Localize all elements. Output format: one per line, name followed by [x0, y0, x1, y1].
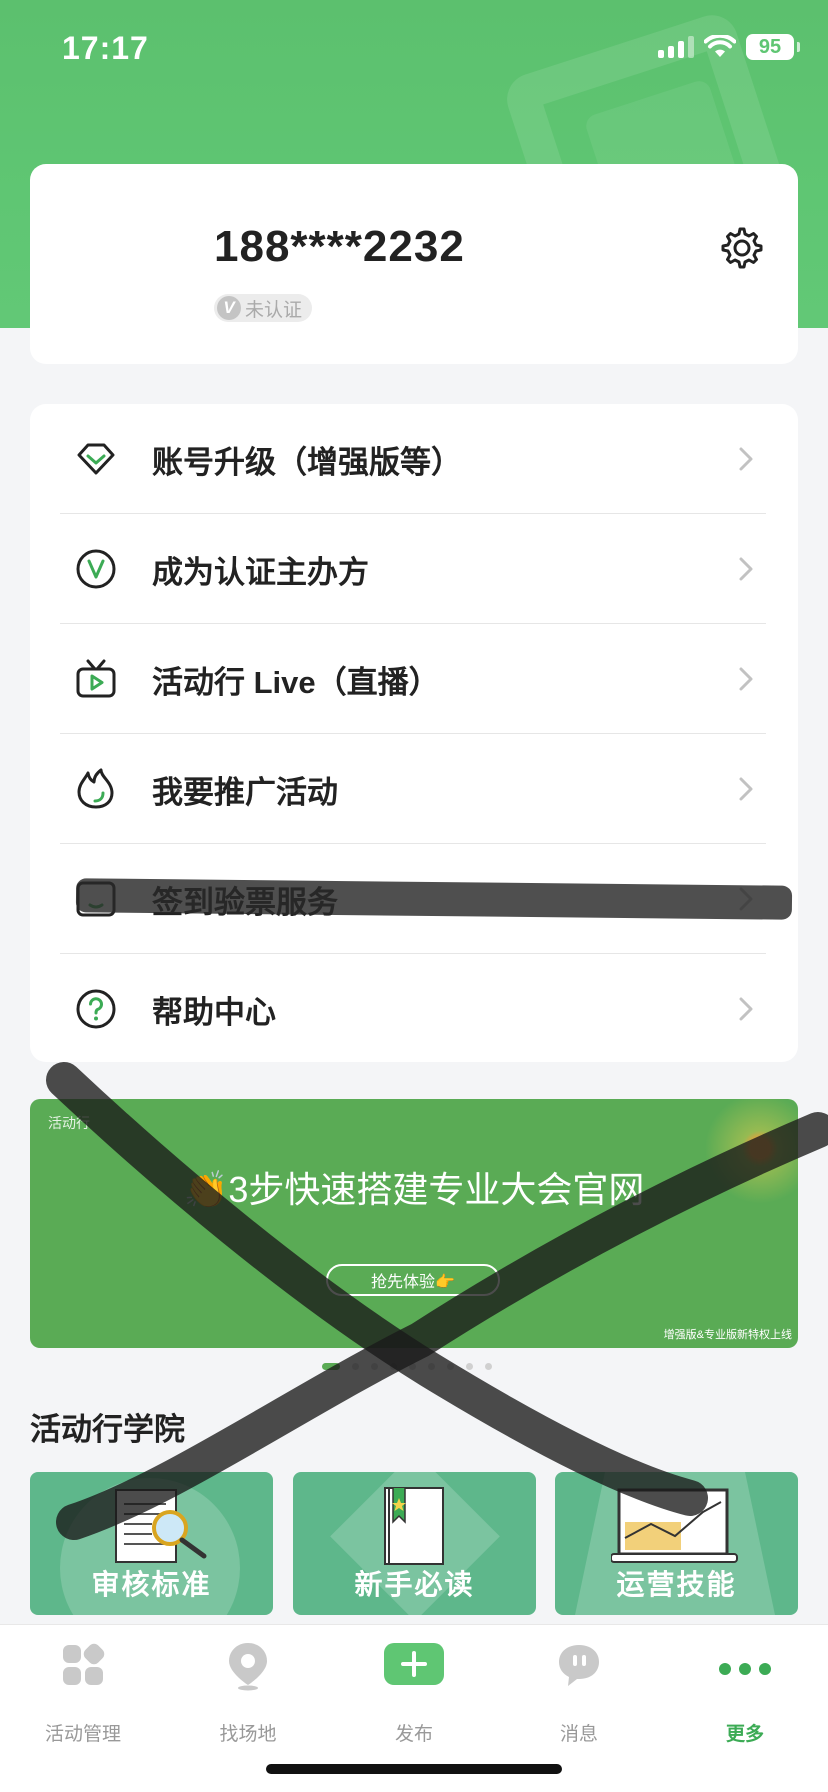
help-circle-icon	[76, 989, 116, 1029]
tab-activity-management[interactable]: 活动管理	[0, 1641, 166, 1751]
tab-label: 发布	[394, 1724, 433, 1745]
menu-item-promote-event[interactable]: 我要推广活动	[30, 734, 798, 844]
chat-bubble-icon	[559, 1645, 599, 1686]
tab-messages[interactable]: 消息	[496, 1641, 662, 1751]
course-card-operation-skills[interactable]: 运营技能	[555, 1472, 798, 1615]
tab-label: 消息	[559, 1724, 598, 1745]
diamond-icon	[77, 443, 115, 475]
verify-status-badge[interactable]: V 未认证	[214, 294, 313, 322]
book-icon	[384, 1487, 444, 1565]
menu-item-label: 我要推广活动	[152, 774, 338, 810]
carousel-dot[interactable]	[371, 1363, 378, 1370]
home-indicator	[266, 1764, 562, 1774]
carousel-dot[interactable]	[447, 1363, 454, 1370]
tv-play-icon	[76, 659, 116, 698]
carousel-dot[interactable]	[322, 1363, 340, 1370]
course-card-label: 审核标准	[91, 1569, 212, 1600]
tab-label: 更多	[725, 1724, 764, 1745]
battery-indicator: 95	[746, 34, 800, 60]
carousel-dot[interactable]	[466, 1363, 473, 1370]
chevron-right-icon	[739, 777, 753, 801]
menu-item-account-upgrade[interactable]: 账号升级（增强版等）	[30, 404, 798, 514]
chevron-right-icon	[739, 557, 753, 581]
flame-icon	[77, 768, 114, 809]
menu-item-label: 成为认证主办方	[152, 554, 369, 590]
cellular-signal-icon	[658, 36, 694, 58]
laptop-chart-icon	[611, 1488, 738, 1563]
wifi-icon	[704, 35, 736, 57]
tab-publish[interactable]: 发布	[331, 1641, 497, 1751]
location-pin-icon	[229, 1643, 267, 1691]
course-card-review-standards[interactable]: 审核标准	[30, 1472, 273, 1615]
tab-label: 活动管理	[44, 1724, 121, 1745]
menu-item-live-stream[interactable]: 活动行 Live（直播）	[30, 624, 798, 734]
verified-v-icon: V	[217, 296, 241, 320]
menu-item-become-verified-organizer[interactable]: 成为认证主办方	[30, 514, 798, 624]
banner-note: 增强版&专业版新特权上线	[663, 1329, 792, 1341]
settings-gear-icon[interactable]	[720, 226, 764, 270]
chevron-right-icon	[739, 997, 753, 1021]
status-time: 17:17	[62, 30, 149, 66]
carousel-pagination	[322, 1363, 492, 1370]
grid-icon	[63, 1643, 105, 1685]
promo-banner[interactable]: 活动行 👏3步快速搭建专业大会官网 抢先体验👉 增强版&专业版新特权上线	[30, 1099, 798, 1348]
carousel-dot[interactable]	[428, 1363, 435, 1370]
menu-item-label: 帮助中心	[152, 994, 276, 1030]
verified-v-icon	[76, 549, 116, 589]
course-card-beginner-guide[interactable]: 新手必读	[293, 1472, 536, 1615]
tab-find-venue[interactable]: 找场地	[165, 1641, 331, 1751]
menu-item-label: 账号升级（增强版等）	[152, 444, 462, 480]
carousel-dot[interactable]	[409, 1363, 416, 1370]
course-card-label: 运营技能	[616, 1569, 737, 1600]
banner-title: 👏3步快速搭建专业大会官网	[183, 1169, 645, 1210]
carousel-dot[interactable]	[352, 1363, 359, 1370]
account-phone: 188****2232	[214, 222, 465, 271]
more-dots-icon	[719, 1663, 771, 1675]
document-magnifier-icon	[115, 1489, 207, 1563]
banner-try-button[interactable]: 抢先体验👉	[326, 1264, 500, 1296]
profile-card[interactable]: 188****2232 V 未认证	[30, 164, 798, 364]
tab-label: 找场地	[219, 1724, 277, 1745]
plus-icon	[384, 1643, 444, 1685]
chevron-right-icon	[739, 447, 753, 471]
chevron-right-icon	[739, 667, 753, 691]
carousel-dot[interactable]	[485, 1363, 492, 1370]
course-card-label: 新手必读	[354, 1569, 475, 1600]
banner-brand: 活动行	[48, 1115, 90, 1131]
verify-status-text: 未认证	[245, 299, 303, 321]
menu-item-help-center[interactable]: 帮助中心	[30, 954, 798, 1062]
carousel-dot[interactable]	[390, 1363, 397, 1370]
tab-more[interactable]: 更多	[662, 1641, 828, 1751]
status-icons: 95	[658, 34, 800, 60]
academy-section-title: 活动行学院	[30, 1412, 185, 1447]
menu-item-label: 活动行 Live（直播）	[152, 664, 440, 700]
feature-menu: 账号升级（增强版等） 成为认证主办方 活动行 Live（直播） 我要推广活动 帮…	[30, 404, 798, 1062]
